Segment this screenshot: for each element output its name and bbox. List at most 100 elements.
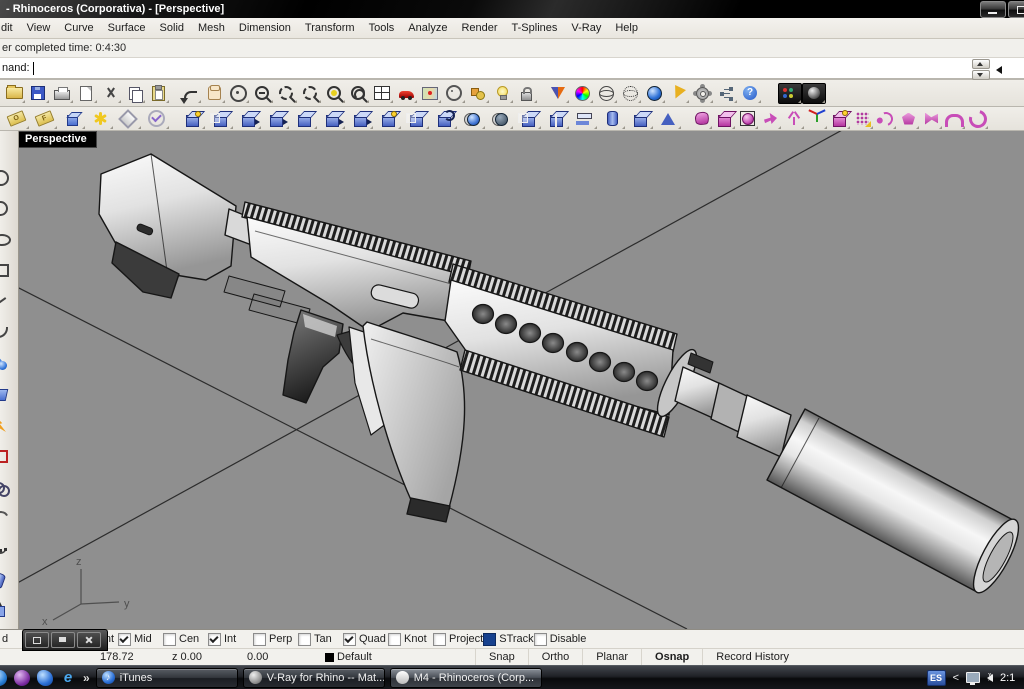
menu-item-dimension[interactable]: Dimension <box>232 18 298 38</box>
volume-icon[interactable] <box>987 674 993 682</box>
sphere-wireframe-icon[interactable] <box>594 82 618 104</box>
pan-icon[interactable] <box>202 82 226 104</box>
osnap-int-checkbox[interactable] <box>208 633 221 646</box>
osnap-disable[interactable]: Disable <box>534 633 587 646</box>
osnap-knot[interactable]: Knot <box>388 633 433 646</box>
merge-icon[interactable] <box>514 108 542 130</box>
tspline-swirl-icon[interactable] <box>966 108 989 130</box>
offset-surface-icon[interactable] <box>206 108 234 130</box>
mini-close-button[interactable] <box>77 632 101 648</box>
menu-item-curve[interactable]: Curve <box>57 18 100 38</box>
map-icon[interactable] <box>418 82 442 104</box>
spinner-down-button[interactable] <box>972 70 990 80</box>
tspline-branch-icon[interactable] <box>782 108 805 130</box>
cage-edit-icon[interactable] <box>402 108 430 130</box>
status-pane-planar[interactable]: Planar <box>582 649 641 665</box>
history-collapse-button[interactable] <box>996 66 1002 74</box>
vray-render-icon[interactable] <box>802 82 826 104</box>
menu-item-dit[interactable]: dit <box>0 18 20 38</box>
tspline-sphere-box-icon[interactable] <box>736 108 759 130</box>
osnap-disable-checkbox[interactable] <box>534 633 547 646</box>
menu-item-t-splines[interactable]: T-Splines <box>505 18 565 38</box>
group-icon[interactable] <box>466 82 490 104</box>
extrude-face-icon[interactable] <box>234 108 262 130</box>
circle-tool-icon[interactable] <box>0 193 18 224</box>
osnap-tan[interactable]: Tan <box>298 633 343 646</box>
tspline-planes-icon[interactable] <box>920 108 943 130</box>
taskbar-task-itunes[interactable]: iTunes <box>96 668 238 688</box>
save-icon[interactable] <box>26 82 50 104</box>
command-input-row[interactable]: nand: <box>0 58 1024 80</box>
zoom-in-icon[interactable] <box>250 82 274 104</box>
taskbar-task-m4-rhinoceros-corp[interactable]: M4 - Rhinoceros (Corp... <box>390 668 542 688</box>
lock-icon[interactable] <box>514 82 538 104</box>
ellipse-tool-icon[interactable] <box>0 224 18 255</box>
open-file-icon[interactable] <box>2 82 26 104</box>
menu-item-view[interactable]: View <box>20 18 58 38</box>
control-points-icon[interactable] <box>0 534 18 565</box>
rotate-face-icon[interactable] <box>430 108 458 130</box>
extrude-left-icon[interactable] <box>346 108 374 130</box>
layer-pane[interactable]: Default <box>325 651 475 663</box>
menu-item-analyze[interactable]: Analyze <box>401 18 454 38</box>
osnap-knot-checkbox[interactable] <box>388 633 401 646</box>
cylinder-icon[interactable] <box>598 108 626 130</box>
status-pane-osnap[interactable]: Osnap <box>641 649 702 665</box>
rotate-view-icon[interactable] <box>226 82 250 104</box>
internet-explorer-icon[interactable] <box>60 670 76 686</box>
copy-icon[interactable] <box>122 82 146 104</box>
tag-o-icon[interactable]: O <box>2 108 30 130</box>
menu-item-mesh[interactable]: Mesh <box>191 18 232 38</box>
osnap-cen[interactable]: Cen <box>163 633 208 646</box>
split-icon[interactable] <box>542 108 570 130</box>
rectangle-tool-icon[interactable] <box>0 255 18 286</box>
print-icon[interactable] <box>50 82 74 104</box>
osnap-project[interactable]: Project <box>433 633 483 646</box>
tspline-cube-icon[interactable] <box>713 108 736 130</box>
curve-tool-icon[interactable] <box>0 317 18 348</box>
rotate-tool-icon[interactable] <box>0 503 18 534</box>
tspline-surface-icon[interactable] <box>690 108 713 130</box>
cylinder-tool-icon[interactable] <box>0 565 18 596</box>
tspline-pentagon-icon[interactable] <box>897 108 920 130</box>
menu-item-help[interactable]: Help <box>608 18 645 38</box>
select-face-icon[interactable] <box>178 108 206 130</box>
menu-item-surface[interactable]: Surface <box>101 18 153 38</box>
sphere-tool-icon[interactable] <box>0 348 18 379</box>
osnap-perp[interactable]: Perp <box>253 633 298 646</box>
status-pane-snap[interactable]: Snap <box>475 649 528 665</box>
axes-rgb-icon[interactable] <box>805 108 828 130</box>
help-icon[interactable] <box>738 82 762 104</box>
bevel-corner-icon[interactable] <box>290 108 318 130</box>
taskbar-task-v-ray-for-rhino-mat[interactable]: V-Ray for Rhino -- Mat... <box>243 668 385 688</box>
network-icon[interactable] <box>966 672 980 683</box>
check-circle-icon[interactable] <box>142 108 170 130</box>
vray-material-editor-icon[interactable] <box>778 82 802 104</box>
options-gear-icon[interactable] <box>690 82 714 104</box>
boolean-difference-icon[interactable] <box>486 108 514 130</box>
insert-edge-icon[interactable] <box>262 108 290 130</box>
viewport-perspective[interactable]: z y x <box>19 131 1024 629</box>
diamond-icon[interactable] <box>114 108 142 130</box>
osnap-strack[interactable]: STrack <box>483 633 533 646</box>
menu-item-tools[interactable]: Tools <box>362 18 402 38</box>
osnap-strack-checkbox[interactable] <box>483 633 496 646</box>
zoom-dynamic-icon[interactable] <box>274 82 298 104</box>
osnap-project-checkbox[interactable] <box>433 633 446 646</box>
media-player-icon[interactable] <box>14 670 30 686</box>
snap-asterisk-icon[interactable] <box>86 108 114 130</box>
menu-item-solid[interactable]: Solid <box>153 18 191 38</box>
taskbar-clock[interactable]: 2:1 <box>1000 672 1020 684</box>
extrude-right-icon[interactable] <box>318 108 346 130</box>
zoom-window-icon[interactable] <box>298 82 322 104</box>
car-icon[interactable] <box>394 82 418 104</box>
command-history[interactable]: er completed time: 0:4:30 <box>0 39 1024 58</box>
osnap-perp-checkbox[interactable] <box>253 633 266 646</box>
viewport-label[interactable]: Perspective <box>19 131 97 148</box>
tspline-swap-icon[interactable] <box>874 108 897 130</box>
cut-icon[interactable] <box>98 82 122 104</box>
tspline-cube-vertex-icon[interactable] <box>828 108 851 130</box>
sphere-control-points-icon[interactable] <box>618 82 642 104</box>
menu-item-v-ray[interactable]: V-Ray <box>564 18 608 38</box>
point-tool-icon[interactable] <box>0 131 18 162</box>
